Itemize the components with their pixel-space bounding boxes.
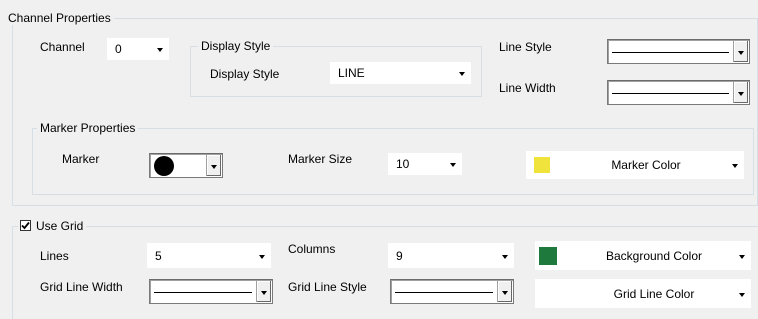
grid-line-style-dropdown[interactable] bbox=[390, 279, 514, 304]
line-width-dropdown[interactable] bbox=[607, 80, 750, 105]
dropdown-button[interactable] bbox=[256, 281, 271, 302]
use-grid-label: Use Grid bbox=[36, 219, 84, 233]
lines-dropdown[interactable]: 5 bbox=[147, 243, 271, 268]
chevron-down-icon bbox=[738, 91, 744, 96]
columns-dropdown[interactable]: 9 bbox=[388, 243, 514, 268]
chevron-down-icon bbox=[450, 163, 456, 167]
grid-line-color-swatch bbox=[539, 284, 557, 303]
chevron-down-icon bbox=[502, 254, 508, 259]
marker-size-value: 10 bbox=[396, 157, 410, 171]
grid-line-width-dropdown[interactable] bbox=[149, 279, 273, 304]
marker-color-swatch bbox=[534, 157, 550, 173]
dropdown-button[interactable] bbox=[733, 82, 748, 103]
use-grid-checkbox[interactable] bbox=[20, 220, 31, 231]
chevron-down-icon bbox=[739, 254, 745, 259]
chevron-down-icon bbox=[459, 72, 465, 76]
columns-value: 9 bbox=[396, 248, 403, 263]
grid-line-width-label: Grid Line Width bbox=[40, 280, 123, 294]
dropdown-button[interactable] bbox=[206, 155, 221, 176]
display-style-dropdown[interactable]: LINE bbox=[330, 62, 471, 84]
marker-dropdown[interactable] bbox=[149, 153, 223, 178]
chevron-down-icon bbox=[502, 290, 508, 295]
marker-label: Marker bbox=[62, 152, 100, 166]
channel-dropdown[interactable]: 0 bbox=[107, 38, 169, 60]
marker-size-label: Marker Size bbox=[288, 152, 353, 166]
chevron-down-icon bbox=[739, 292, 745, 297]
grid-line-color-label: Grid Line Color bbox=[613, 286, 695, 301]
thin-line-icon bbox=[154, 291, 252, 293]
background-color-label: Background Color bbox=[605, 248, 703, 263]
channel-properties-title: Channel Properties bbox=[5, 11, 114, 25]
channel-value: 0 bbox=[115, 42, 122, 56]
columns-label: Columns bbox=[288, 242, 336, 256]
background-color-swatch bbox=[539, 246, 557, 265]
display-style-label: Display Style bbox=[210, 67, 280, 81]
dropdown-button[interactable] bbox=[733, 41, 748, 62]
lines-label: Lines bbox=[40, 249, 69, 263]
thin-line-icon bbox=[612, 92, 729, 94]
marker-size-dropdown[interactable]: 10 bbox=[388, 153, 462, 175]
background-color-dropdown[interactable]: Background Color bbox=[535, 241, 751, 270]
marker-color-label: Marker Color bbox=[611, 158, 681, 172]
lines-value: 5 bbox=[155, 248, 162, 263]
line-width-label: Line Width bbox=[499, 81, 556, 95]
chevron-down-icon bbox=[738, 50, 744, 55]
chevron-down-icon bbox=[211, 164, 217, 169]
display-style-group-title: Display Style bbox=[198, 39, 274, 53]
chevron-down-icon bbox=[259, 254, 265, 259]
solid-line-icon bbox=[395, 291, 493, 293]
marker-color-dropdown[interactable]: Marker Color bbox=[526, 151, 744, 179]
channel-label: Channel bbox=[40, 40, 85, 54]
solid-line-icon bbox=[612, 51, 729, 53]
line-style-dropdown[interactable] bbox=[607, 39, 750, 64]
checkmark-icon bbox=[21, 221, 30, 230]
use-grid-header: Use Grid bbox=[18, 219, 87, 233]
dropdown-button[interactable] bbox=[497, 281, 512, 302]
chevron-down-icon bbox=[157, 48, 163, 52]
chevron-down-icon bbox=[732, 164, 738, 168]
filled-circle-icon bbox=[154, 155, 174, 176]
marker-properties-title: Marker Properties bbox=[37, 121, 139, 135]
display-style-value: LINE bbox=[338, 66, 365, 80]
grid-line-color-dropdown[interactable]: Grid Line Color bbox=[535, 279, 751, 308]
chevron-down-icon bbox=[261, 290, 267, 295]
grid-line-style-label: Grid Line Style bbox=[288, 280, 367, 294]
line-style-label: Line Style bbox=[499, 40, 552, 54]
